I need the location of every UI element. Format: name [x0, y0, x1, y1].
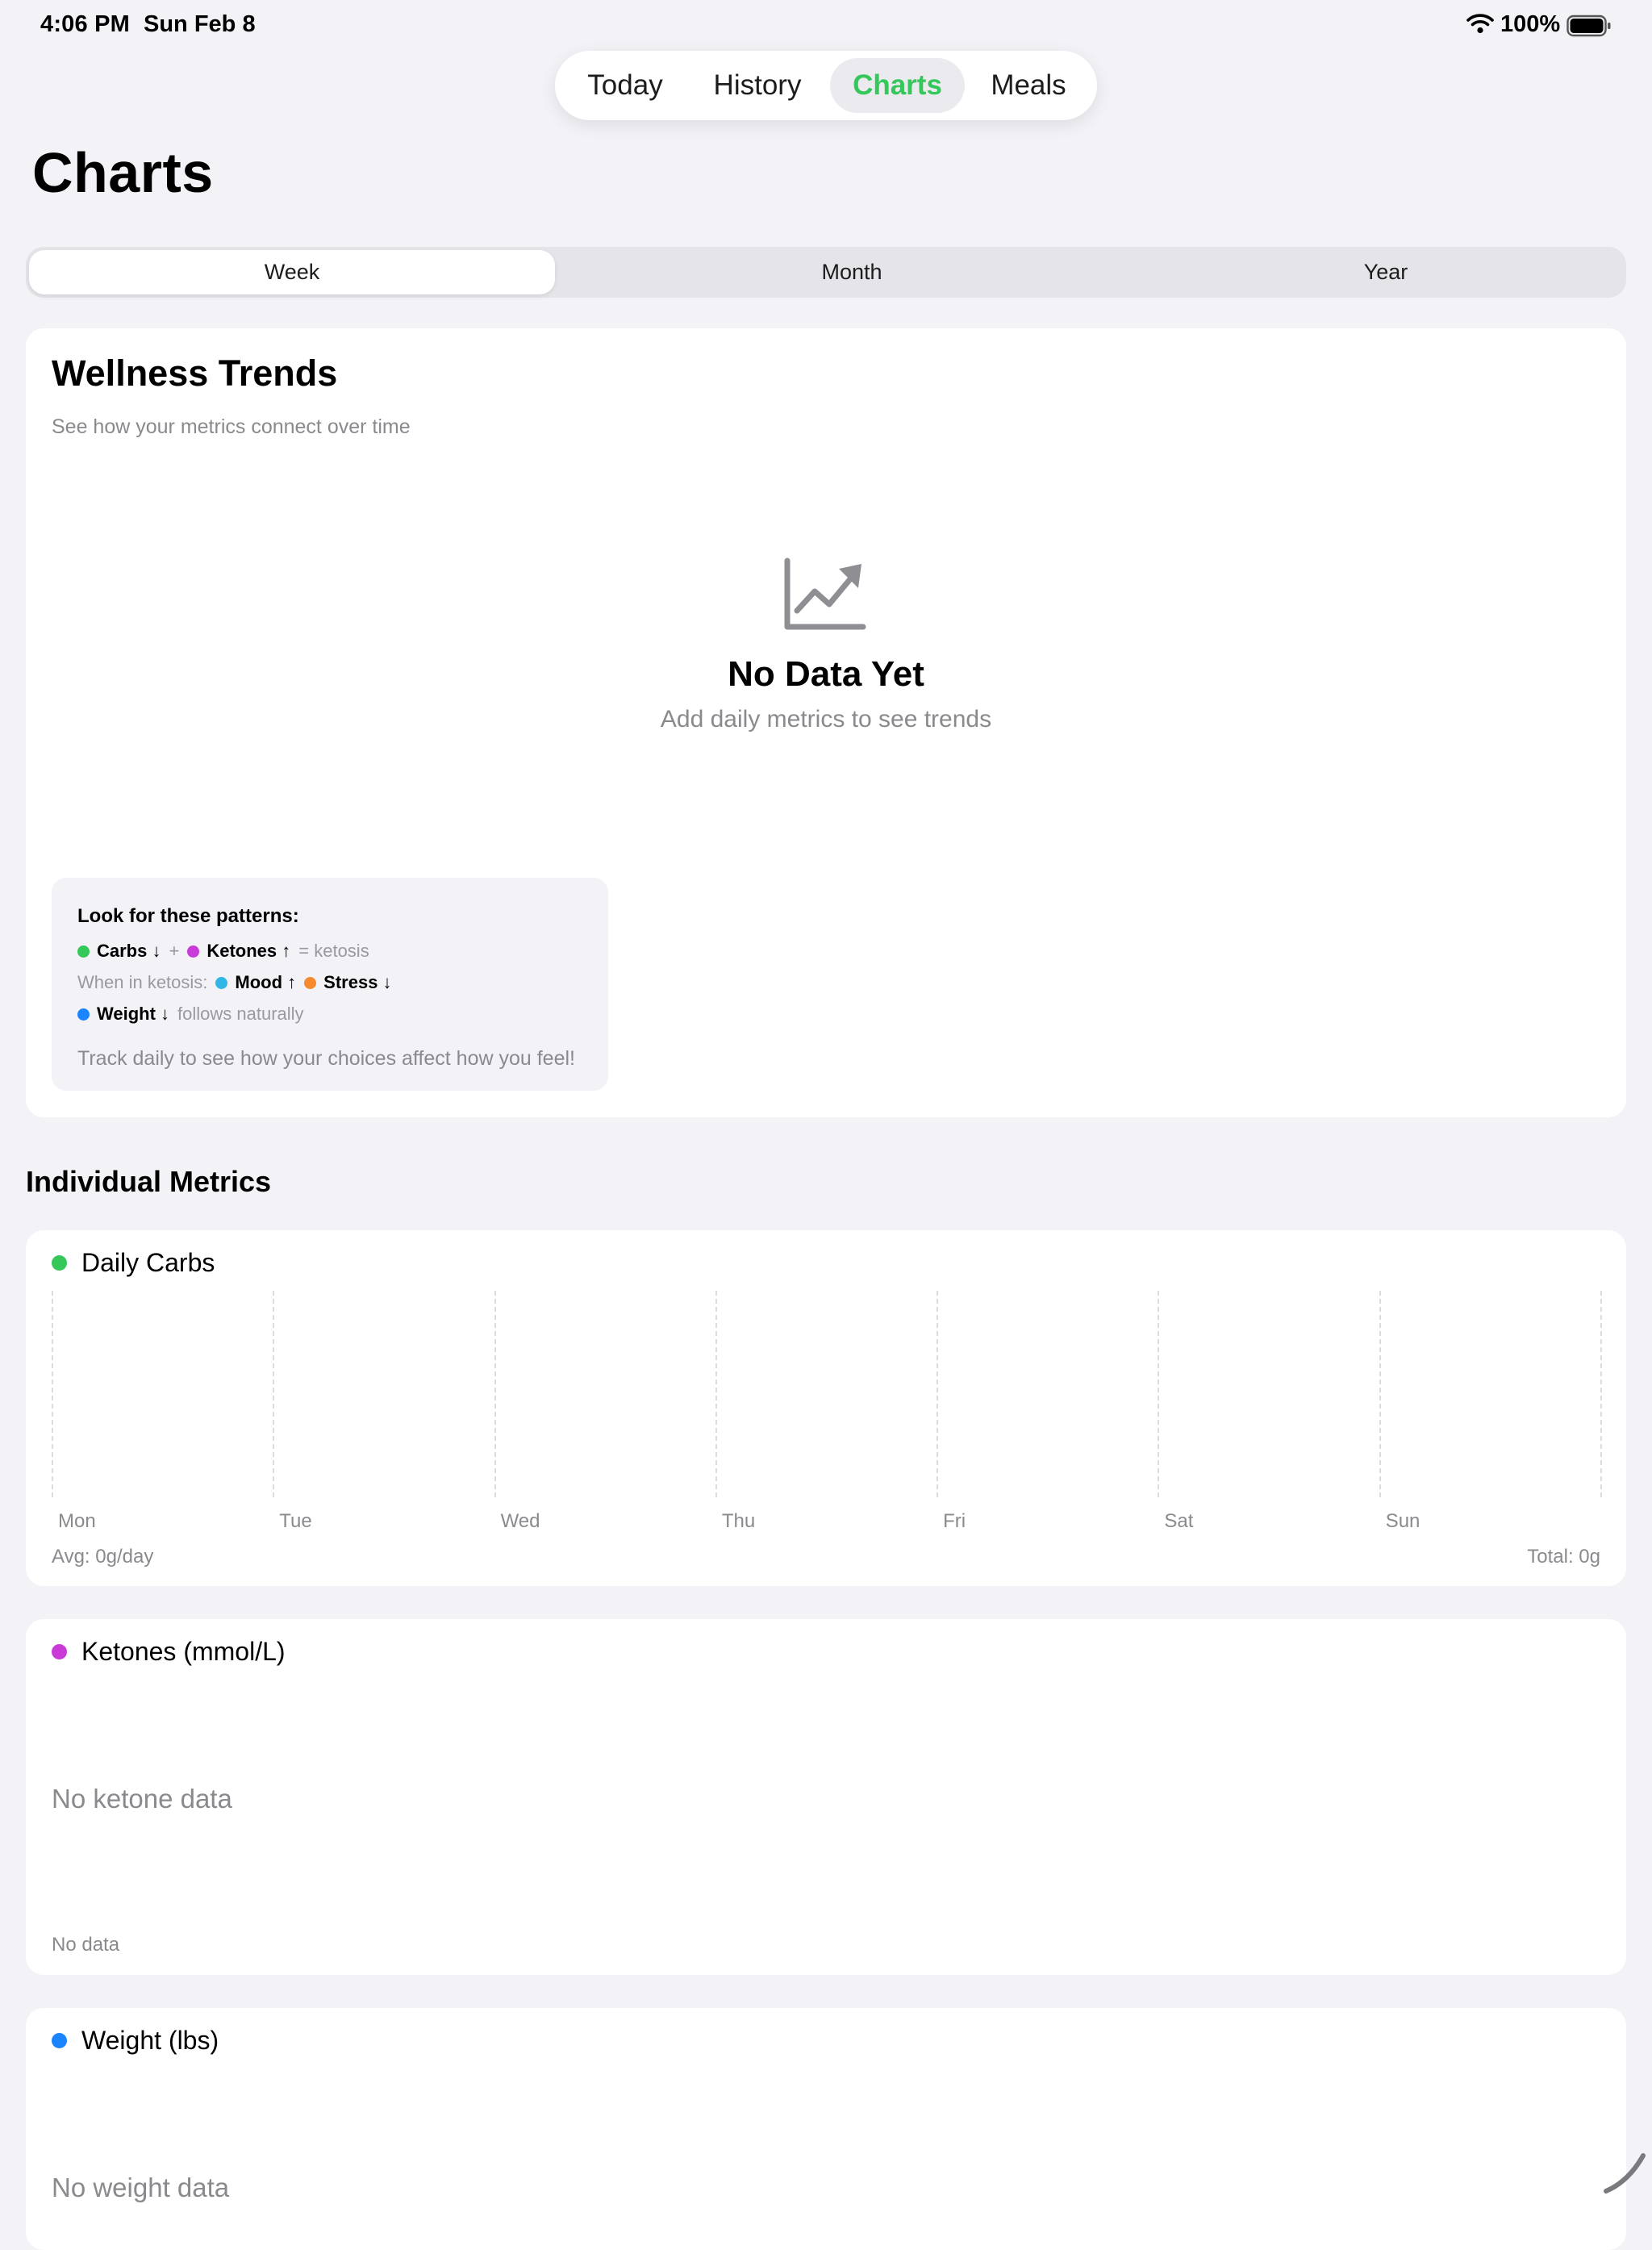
carbs-day-label: Sun: [1385, 1510, 1420, 1532]
carbs-gridline: [715, 1291, 717, 1497]
battery-icon: [1566, 15, 1611, 37]
tab-meals[interactable]: Meals: [976, 58, 1081, 113]
tab-history[interactable]: History: [696, 58, 819, 113]
status-date: Sun Feb 8: [144, 11, 256, 37]
pattern-ketosis: = ketosis: [298, 941, 369, 961]
weight-dot: [77, 1008, 90, 1021]
status-time: 4:06 PM: [40, 11, 130, 37]
wellness-title: Wellness Trends: [52, 353, 338, 394]
no-data-title: No Data Yet: [728, 654, 924, 694]
carbs-day-label: Fri: [943, 1510, 966, 1532]
carbs-gridline: [273, 1291, 275, 1497]
weight-legend-dot: [52, 2033, 67, 2048]
segment-month[interactable]: Month: [586, 250, 1118, 294]
carbs-gridline: [937, 1291, 939, 1497]
carbs-total: Total: 0g: [1527, 1546, 1600, 1567]
carbs-average: Avg: 0g/day: [52, 1546, 154, 1567]
individual-metrics-title: Individual Metrics: [26, 1165, 272, 1198]
tab-charts[interactable]: Charts: [830, 58, 965, 113]
carbs-day-label: Tue: [279, 1510, 312, 1532]
patterns-title: Look for these patterns:: [77, 905, 299, 927]
carbs-dot: [77, 945, 90, 958]
no-data-subtitle: Add daily metrics to see trends: [660, 706, 992, 733]
patterns-box: Look for these patterns: Carbs ↓ + Keton…: [52, 878, 608, 1091]
carbs-legend-dot: [52, 1255, 67, 1271]
carbs-day-label: Mon: [58, 1510, 96, 1532]
pattern-follows: follows naturally: [177, 1004, 304, 1024]
chart-line-uptrend-icon: [784, 557, 866, 630]
ketones-footer: No data: [52, 1934, 120, 1956]
carbs-day-label: Wed: [500, 1510, 540, 1532]
weight-empty-message: No weight data: [52, 2173, 230, 2202]
ketones-header: Ketones (mmol/L): [52, 1637, 286, 1667]
pattern-stress: Stress ↓: [323, 972, 392, 992]
top-tab-bar: Today History Charts Meals: [555, 51, 1097, 120]
pattern-plus: +: [169, 941, 180, 961]
wellness-trends-card: Wellness Trends See how your metrics con…: [26, 328, 1626, 1117]
weight-card: Weight (lbs) No weight data: [26, 2008, 1626, 2250]
ketones-dot: [187, 945, 200, 958]
weight-title: Weight (lbs): [81, 2026, 219, 2055]
pattern-line-ketosis: Carbs ↓ + Ketones ↑ = ketosis: [77, 941, 369, 962]
ketones-card: Ketones (mmol/L) No ketone data No data: [26, 1619, 1626, 1975]
carbs-gridline: [1379, 1291, 1381, 1497]
stress-dot: [304, 976, 317, 989]
tab-today[interactable]: Today: [571, 58, 679, 113]
carbs-day-label: Sat: [1164, 1510, 1194, 1532]
wifi-icon: [1466, 14, 1494, 34]
weight-header: Weight (lbs): [52, 2026, 219, 2056]
ketones-title: Ketones (mmol/L): [81, 1637, 286, 1666]
carbs-gridline: [52, 1291, 53, 1497]
pattern-line-weight: Weight ↓ follows naturally: [77, 1004, 304, 1025]
pattern-when-ketosis: When in ketosis:: [77, 972, 208, 992]
battery-percentage: 100%: [1500, 11, 1561, 37]
pattern-ketones: Ketones ↑: [206, 941, 291, 961]
wellness-subtitle: See how your metrics connect over time: [52, 415, 411, 438]
segment-year[interactable]: Year: [1120, 250, 1652, 294]
carbs-gridline: [494, 1291, 496, 1497]
pattern-line-mood: When in ketosis: Mood ↑ Stress ↓: [77, 972, 392, 993]
pattern-mood: Mood ↑: [235, 972, 297, 992]
carbs-gridline: [1600, 1291, 1602, 1497]
pattern-weight: Weight ↓: [97, 1004, 170, 1024]
period-segmented-control: Week Month Year: [26, 247, 1626, 298]
scroll-indicator[interactable]: [1601, 2139, 1650, 2204]
segment-week[interactable]: Week: [29, 250, 555, 294]
daily-carbs-card: Daily Carbs Mon Tue Wed Thu Fri Sat Sun Avg: 0…: [26, 1230, 1626, 1586]
mood-dot: [215, 976, 228, 989]
carbs-day-label: Thu: [721, 1510, 756, 1532]
carbs-header: Daily Carbs: [52, 1248, 215, 1278]
carbs-title: Daily Carbs: [81, 1248, 215, 1277]
ketones-legend-dot: [52, 1644, 67, 1659]
pattern-carbs: Carbs ↓: [97, 941, 161, 961]
ketones-empty-message: No ketone data: [52, 1784, 232, 1814]
patterns-footer: Track daily to see how your choices affe…: [77, 1047, 575, 1070]
page-title: Charts: [32, 141, 214, 204]
carbs-gridline: [1158, 1291, 1160, 1497]
